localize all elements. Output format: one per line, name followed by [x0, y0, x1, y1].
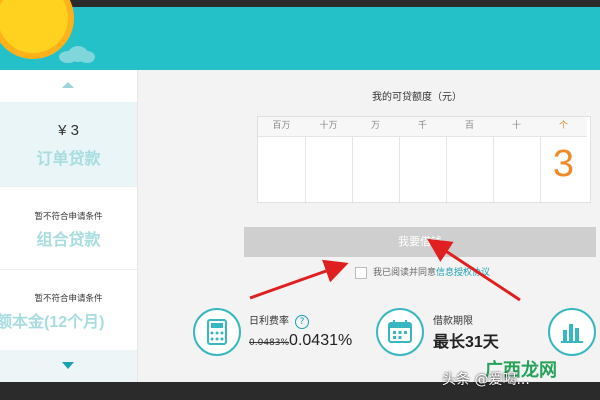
- agree-text: 我已阅读并同意: [373, 268, 437, 278]
- term-value: 最长31天: [433, 334, 499, 351]
- sidebar-item-label: 订单贷款: [36, 151, 101, 168]
- digit-value: 3: [552, 143, 575, 185]
- bar-chart-icon: [548, 308, 596, 356]
- chevron-up-icon: [62, 82, 74, 88]
- old-rate: 0.0483%: [249, 338, 290, 348]
- sidebar-item-label: 额本金(12个月): [0, 314, 105, 331]
- watermark-source: 头条 @爱喝...: [442, 372, 530, 388]
- loan-amount: ¥ 3: [58, 122, 79, 139]
- digit-unit: 百: [446, 117, 493, 137]
- header-banner: [0, 0, 600, 70]
- digit-unit: 个: [540, 117, 587, 137]
- sidebar-item-order-loan[interactable]: ¥ 3 订单贷款: [0, 102, 137, 186]
- borrow-button[interactable]: 我要借钱: [244, 227, 596, 257]
- agreement-link[interactable]: 信息授权协议: [436, 268, 490, 278]
- cloud-icon: [59, 46, 95, 63]
- sidebar-scroll-up[interactable]: [0, 70, 137, 102]
- sidebar-scroll-down[interactable]: [0, 350, 137, 382]
- digit-column: 百: [446, 117, 494, 202]
- quota-title: 我的可贷额度（元）: [372, 92, 462, 103]
- loan-type-sidebar: ¥ 3 订单贷款 暂不符合申请条件 组合贷款 暂不符合申请条件 额本金(12个月…: [0, 70, 138, 382]
- rate-label-row: 日利费率?: [249, 312, 309, 329]
- digit-unit: 万: [352, 117, 399, 137]
- digit-unit: 十: [493, 117, 540, 137]
- condition-note: 暂不符合申请条件: [34, 212, 103, 222]
- term-label: 借款期限: [433, 316, 473, 327]
- quota-digit-grid: 百万 十万 万 千 百 十 个 3: [257, 116, 591, 203]
- sidebar-item-installment-loan[interactable]: 暂不符合申请条件 额本金(12个月): [0, 270, 137, 350]
- sidebar-item-combo-loan[interactable]: 暂不符合申请条件 组合贷款: [0, 187, 137, 269]
- digit-column: 十: [493, 117, 541, 202]
- digit-column: 百万: [258, 117, 306, 202]
- chevron-down-icon: [62, 362, 74, 369]
- top-bar: [0, 0, 600, 7]
- digit-column: 万: [352, 117, 400, 202]
- digit-unit: 十万: [305, 117, 352, 137]
- main-area: ¥ 3 订单贷款 暂不符合申请条件 组合贷款 暂不符合申请条件 额本金(12个月…: [0, 70, 600, 382]
- calculator-icon: [193, 308, 241, 356]
- agreement-row: 我已阅读并同意信息授权协议: [355, 265, 490, 279]
- rate-values: 0.0483%0.0431%: [249, 330, 352, 350]
- agree-checkbox[interactable]: [355, 266, 367, 279]
- help-icon[interactable]: ?: [295, 315, 309, 329]
- digit-column: 十万: [305, 117, 353, 202]
- digit-column: 千: [399, 117, 447, 202]
- new-rate: 0.0431%: [289, 332, 353, 349]
- calendar-icon: [376, 308, 424, 356]
- digit-column: 个 3: [540, 117, 587, 202]
- rate-label: 日利费率: [249, 316, 289, 327]
- sidebar-item-label: 组合贷款: [36, 232, 101, 249]
- condition-note: 暂不符合申请条件: [34, 294, 103, 304]
- digit-unit: 百万: [258, 117, 305, 137]
- digit-unit: 千: [399, 117, 446, 137]
